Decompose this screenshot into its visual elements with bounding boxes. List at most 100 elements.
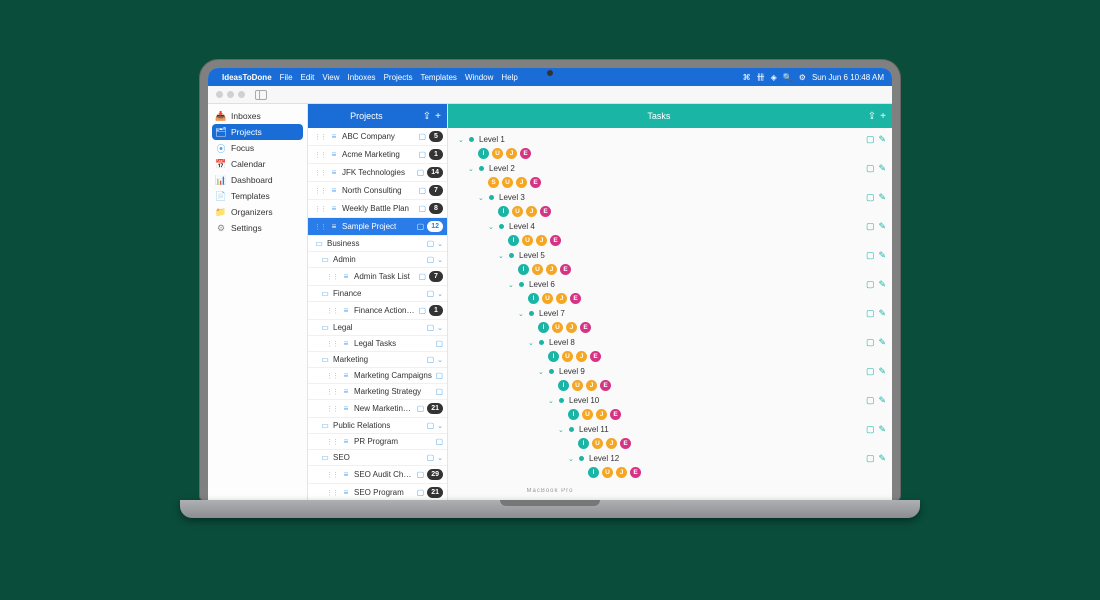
tag-chip[interactable]: E [610,409,621,420]
tag-chip[interactable]: I [498,206,509,217]
control-center-icon[interactable]: ⚙ [799,73,806,82]
project-item[interactable]: ⋮⋮≡ABC Company▢5 [308,128,447,146]
tag-chip[interactable]: E [560,264,571,275]
edit-icon[interactable]: ✎ [878,221,886,232]
sidebar-item-dashboard[interactable]: 📊Dashboard [208,172,307,188]
clipboard-icon[interactable]: ▢ [427,239,435,248]
tag-chip[interactable]: J [506,148,517,159]
chevron-down-icon[interactable]: ⌄ [437,256,443,264]
sidebar-toggle-icon[interactable] [255,90,267,100]
tag-chip[interactable]: I [508,235,519,246]
menubar-inboxes[interactable]: Inboxes [348,73,376,82]
chevron-down-icon[interactable]: ⌄ [488,223,496,231]
edit-icon[interactable]: ✎ [878,366,886,377]
chevron-down-icon[interactable]: ⌄ [437,324,443,332]
clipboard-icon[interactable]: ▢ [418,186,426,195]
project-item[interactable]: ⋮⋮≡Weekly Battle Plan▢8 [308,200,447,218]
tag-chip[interactable]: I [538,322,549,333]
clipboard-icon[interactable]: ▢ [866,424,875,435]
task-row[interactable]: ⌄Level 5▢✎ [448,248,892,263]
tag-chip[interactable]: E [540,206,551,217]
chevron-down-icon[interactable]: ⌄ [508,281,516,289]
clipboard-icon[interactable]: ▢ [866,221,875,232]
clipboard-icon[interactable]: ▢ [427,255,435,264]
tag-chip[interactable]: U [602,467,613,478]
project-item[interactable]: ⋮⋮≡Legal Tasks▢ [308,336,447,352]
status-icon[interactable]: ⌘ [743,73,751,82]
tag-chip[interactable]: I [568,409,579,420]
menubar-window[interactable]: Window [465,73,493,82]
tag-chip[interactable]: I [578,438,589,449]
drag-handle-icon[interactable]: ⋮⋮ [326,489,338,497]
chevron-down-icon[interactable]: ⌄ [458,136,466,144]
task-row[interactable]: ⌄Level 11▢✎ [448,422,892,437]
project-item[interactable]: ⋮⋮≡Marketing Strategy▢ [308,384,447,400]
drag-handle-icon[interactable]: ⋮⋮ [314,169,326,177]
chevron-down-icon[interactable]: ⌄ [437,356,443,364]
chevron-down-icon[interactable]: ⌄ [498,252,506,260]
tag-chip[interactable]: E [580,322,591,333]
clipboard-icon[interactable]: ▢ [866,337,875,348]
clipboard-icon[interactable]: ▢ [427,323,435,332]
project-item[interactable]: ⋮⋮≡JFK Technologies▢14 [308,164,447,182]
project-item[interactable]: ⋮⋮≡SEO Program▢21 [308,484,447,500]
clipboard-icon[interactable]: ▢ [417,488,425,497]
task-row[interactable]: ⌄Level 2▢✎ [448,161,892,176]
tag-chip[interactable]: E [600,380,611,391]
menubar-help[interactable]: Help [501,73,517,82]
tag-chip[interactable]: E [630,467,641,478]
menubar-projects[interactable]: Projects [384,73,413,82]
task-row[interactable]: ⌄Level 8▢✎ [448,335,892,350]
sidebar-item-templates[interactable]: 📄Templates [208,188,307,204]
tag-chip[interactable]: I [478,148,489,159]
clipboard-icon[interactable]: ▢ [427,289,435,298]
sidebar-item-inboxes[interactable]: 📥Inboxes [208,108,307,124]
tag-chip[interactable]: J [596,409,607,420]
project-item[interactable]: ▭Finance▢⌄ [308,286,447,302]
clipboard-icon[interactable]: ▢ [417,470,425,479]
chevron-down-icon[interactable]: ⌄ [437,422,443,430]
edit-icon[interactable]: ✎ [878,134,886,145]
drag-handle-icon[interactable]: ⋮⋮ [326,438,338,446]
project-item[interactable]: ⋮⋮≡Admin Task List▢7 [308,268,447,286]
tag-chip[interactable]: E [570,293,581,304]
minimize-button[interactable] [227,91,234,98]
chevron-down-icon[interactable]: ⌄ [437,240,443,248]
menubar-clock[interactable]: Sun Jun 6 10:48 AM [812,73,884,82]
tag-chip[interactable]: U [542,293,553,304]
project-item[interactable]: ▭Business▢⌄ [308,236,447,252]
drag-handle-icon[interactable]: ⋮⋮ [326,405,338,413]
drag-handle-icon[interactable]: ⋮⋮ [326,340,338,348]
drag-handle-icon[interactable]: ⋮⋮ [314,223,326,231]
clipboard-icon[interactable]: ▢ [435,387,443,396]
drag-handle-icon[interactable]: ⋮⋮ [314,151,326,159]
clipboard-icon[interactable]: ▢ [427,355,435,364]
tag-chip[interactable]: U [502,177,513,188]
task-row[interactable]: ⌄Level 1▢✎ [448,132,892,147]
share-icon[interactable]: ⇪ [423,111,431,122]
projects-list[interactable]: ⋮⋮≡ABC Company▢5⋮⋮≡Acme Marketing▢1⋮⋮≡JF… [308,128,447,500]
sidebar-item-settings[interactable]: ⚙Settings [208,220,307,236]
task-row[interactable]: ⌄Level 12▢✎ [448,451,892,466]
menubar-templates[interactable]: Templates [420,73,456,82]
add-task-button[interactable]: + [880,111,886,122]
edit-icon[interactable]: ✎ [878,308,886,319]
task-row[interactable]: ⌄Level 9▢✎ [448,364,892,379]
clipboard-icon[interactable]: ▢ [418,150,426,159]
clipboard-icon[interactable]: ▢ [435,437,443,446]
tag-chip[interactable]: E [550,235,561,246]
clipboard-icon[interactable]: ▢ [418,204,426,213]
tag-chip[interactable]: E [530,177,541,188]
clipboard-icon[interactable]: ▢ [427,453,435,462]
tag-chip[interactable]: U [532,264,543,275]
tag-chip[interactable]: I [518,264,529,275]
sidebar-item-projects[interactable]: 🗂Projects [212,124,303,140]
menubar-edit[interactable]: Edit [301,73,315,82]
tasks-list[interactable]: ⌄Level 1▢✎IUJE⌄Level 2▢✎SUJE⌄Level 3▢✎IU… [448,128,892,500]
clipboard-icon[interactable]: ▢ [418,132,426,141]
clipboard-icon[interactable]: ▢ [435,371,443,380]
clipboard-icon[interactable]: ▢ [866,279,875,290]
drag-handle-icon[interactable]: ⋮⋮ [314,187,326,195]
chevron-down-icon[interactable]: ⌄ [548,397,556,405]
edit-icon[interactable]: ✎ [878,453,886,464]
